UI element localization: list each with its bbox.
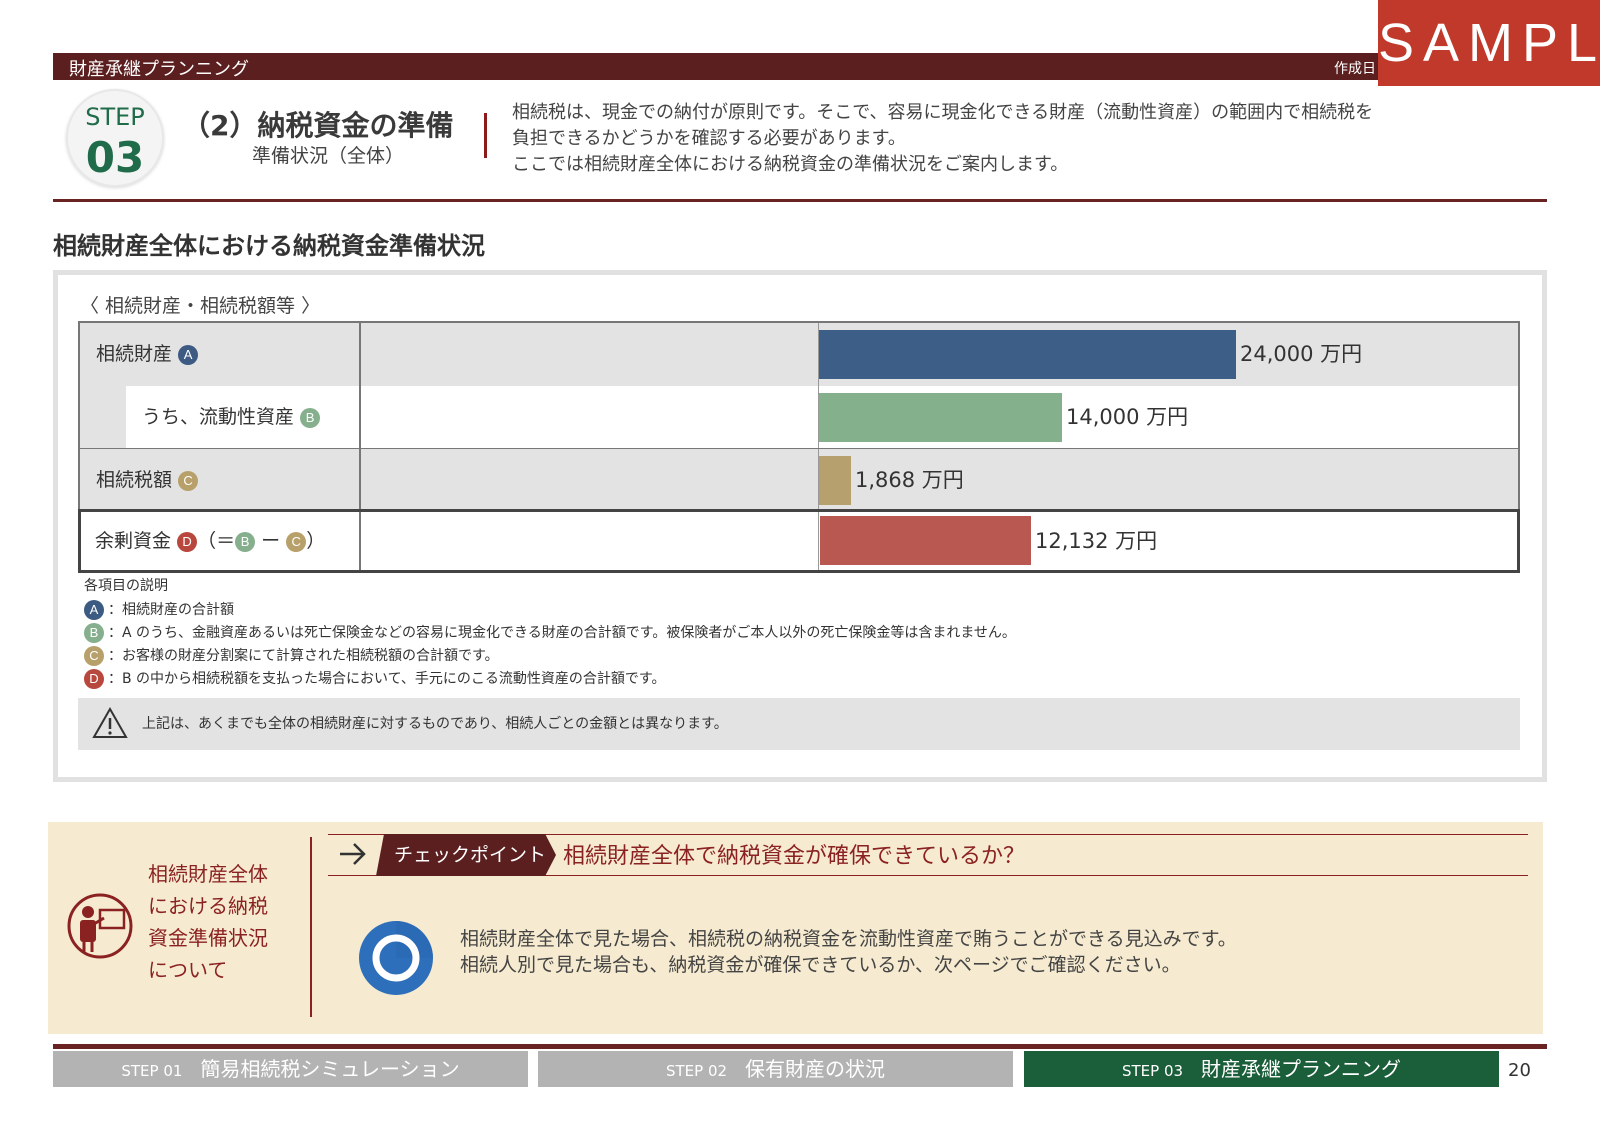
notes-heading: 各項目の説明 [84, 578, 168, 594]
badge-d: D [84, 669, 104, 689]
checkpoint-topic: 相続財産全体 における納税 資金準備状況 について [148, 858, 268, 986]
row-label: 相続税額 C [96, 449, 199, 512]
nav-step-label: 財産承継プランニング [1201, 1057, 1402, 1081]
bar-inheritance-tax [819, 456, 851, 505]
badge-b: B [300, 407, 321, 428]
section-subtitle: 準備状況（全体） [252, 145, 405, 167]
result-line: 相続人別で見た場合も、納税資金が確保できているか、次ページでご確認ください。 [460, 954, 1181, 976]
table-row: 相続財産 A 24,000 万円 [80, 323, 1518, 386]
section-title: （2）納税資金の準備 [182, 109, 454, 142]
header-title: 財産承継プランニング [69, 59, 249, 80]
page-heading: 相続財産全体における納税資金準備状況 [53, 232, 485, 260]
topic-line: 資金準備状況 [148, 926, 268, 950]
step-label: STEP [85, 103, 145, 131]
divider [484, 113, 487, 158]
row-label: うち、流動性資産 B [142, 386, 321, 449]
header-rule [53, 199, 1547, 202]
row-label: 相続財産 A [96, 323, 199, 386]
circle-ok-icon [359, 921, 433, 995]
badge-c: C [178, 470, 199, 491]
intro-line: ここでは相続財産全体における納税資金の準備状況をご案内します。 [512, 154, 1069, 175]
nav-step-number: STEP 02 [665, 1062, 728, 1080]
intro-line: 相続税は、現金での納付が原則です。そこで、容易に現金化できる財産（流動性資産）の… [512, 102, 1374, 123]
header-bar: 財産承継プランニング 作成日 [53, 53, 1378, 80]
checkpoint-question: 相続財産全体で納税資金が確保できているか？ [563, 844, 1026, 869]
page-number: 20 [1508, 1060, 1531, 1081]
result-line: 相続財産全体で見た場合、相続税の納税資金を流動性資産で賄うことができる見込みです… [460, 928, 1237, 950]
bar-value-label: 1,868 万円 [855, 468, 964, 492]
note-item: C ：お客様の財産分割案にて計算された相続税額の合計額です。 [84, 645, 1016, 668]
nav-step-number: STEP 01 [121, 1062, 183, 1080]
topic-line: 相続財産全体 [148, 862, 268, 886]
badge-c: C [84, 646, 104, 666]
nav-step-label: 簡易相続税シミュレーション [200, 1057, 460, 1081]
step-number: 03 [85, 133, 145, 182]
topic-line: における納税 [148, 894, 268, 918]
arrow-right-icon [340, 843, 366, 865]
nav-step-number: STEP 03 [1121, 1062, 1184, 1080]
row-label: 余剰資金 D （＝ B ー C） [95, 530, 326, 552]
nav-step-02[interactable]: STEP 02 保有財産の状況 [538, 1051, 1013, 1087]
note-item: A ：相続財産の合計額 [84, 599, 1016, 622]
bar-inheritance-assets [819, 330, 1236, 379]
warning-text: 上記は、あくまでも全体の相続財産に対するものであり、相続人ごとの金額とは異なりま… [142, 716, 728, 732]
item-notes: 各項目の説明 A ：相続財産の合計額 B ：A のうち、金融資産あるいは死亡保険金な… [84, 575, 1016, 691]
panel-caption: 〈 相続財産・相続税額等 〉 [80, 295, 321, 317]
intro-text: 相続税は、現金での納付が原則です。そこで、容易に現金化できる財産（流動性資産）の… [512, 100, 1373, 178]
footer-rule [53, 1044, 1547, 1049]
status-panel: 〈 相続財産・相続税額等 〉 相続財産 A 24,000 万円 うち、流動性資産… [53, 270, 1547, 782]
nav-step-03[interactable]: STEP 03 財産承継プランニング [1024, 1051, 1499, 1087]
badge-d: D [177, 531, 198, 552]
bar-surplus-funds [820, 516, 1031, 565]
nav-step-01[interactable]: STEP 01 簡易相続税シミュレーション [53, 1051, 528, 1087]
table-row: うち、流動性資産 B 14,000 万円 [80, 386, 1518, 449]
asset-table: 相続財産 A 24,000 万円 うち、流動性資産 B 14,000 万円 相続… [78, 321, 1520, 573]
topic-line: について [148, 958, 228, 982]
intro-line: 負担できるかどうかを確認する必要があります。 [512, 128, 906, 149]
badge-b: B [84, 623, 104, 643]
badge-b: B [235, 531, 256, 552]
bar-liquid-assets [819, 393, 1062, 442]
date-label: 作成日 [1334, 61, 1376, 77]
bar-value-label: 24,000 万円 [1240, 342, 1363, 366]
badge-c: C [286, 531, 307, 552]
warning-icon [92, 706, 128, 738]
presenter-icon [67, 893, 133, 959]
bar-value-label: 12,132 万円 [1035, 529, 1158, 553]
badge-a: A [84, 600, 104, 620]
sample-stamp: SAMPLE [1378, 0, 1600, 86]
table-row: 相続税額 C 1,868 万円 [80, 449, 1518, 512]
checkpoint-tag: チェックポイント [376, 834, 556, 876]
note-item: D ：B の中から相続税額を支払った場合において、手元にのこる流動性資産の合計額で… [84, 668, 1016, 691]
step-badge: STEP 03 [66, 89, 164, 187]
warning-box: 上記は、あくまでも全体の相続財産に対するものであり、相続人ごとの金額とは異なりま… [78, 698, 1520, 750]
table-row-surplus: 余剰資金 D （＝ B ー C） 12,132 万円 [78, 509, 1520, 573]
note-item: B ：A のうち、金融資産あるいは死亡保険金などの容易に現金化できる財産の合計額で… [84, 622, 1016, 645]
badge-a: A [178, 344, 199, 365]
checkpoint-result: 相続財産全体で見た場合、相続税の納税資金を流動性資産で賄うことができる見込みです… [460, 926, 1237, 978]
nav-step-label: 保有財産の状況 [745, 1057, 886, 1081]
bar-value-label: 14,000 万円 [1066, 405, 1189, 429]
checkpoint-section: 相続財産全体 における納税 資金準備状況 について チェックポイント 相続財産全… [48, 822, 1543, 1034]
